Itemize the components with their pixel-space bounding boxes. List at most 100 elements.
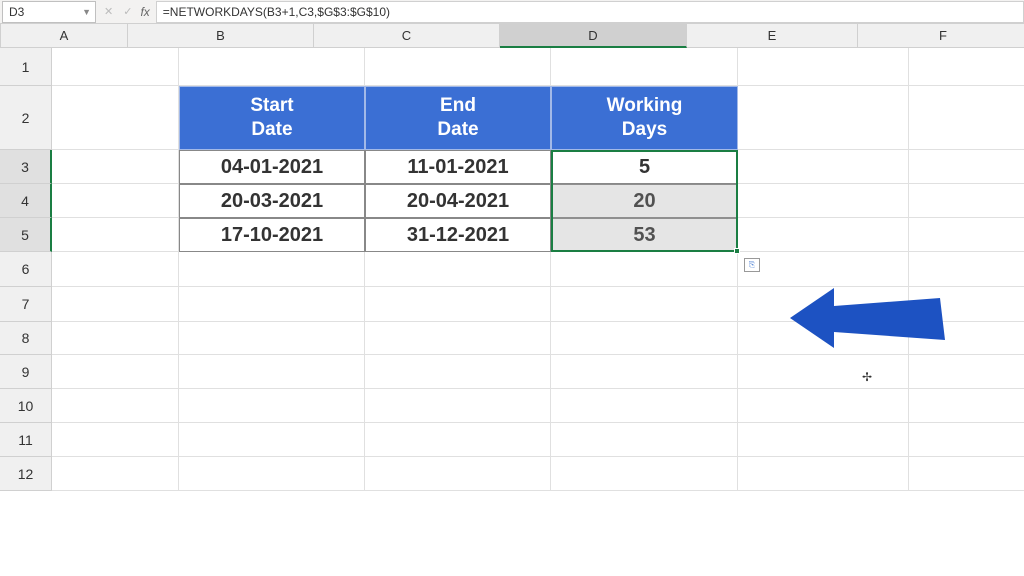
cell-end-date-4[interactable]: 20-04-2021	[365, 184, 551, 218]
cell-E6[interactable]	[738, 252, 909, 287]
cell-C12[interactable]	[365, 457, 551, 491]
cell-F1[interactable]	[909, 48, 1024, 86]
cell-A6[interactable]	[52, 252, 179, 287]
cell-E1[interactable]	[738, 48, 909, 86]
cell-working-days-4[interactable]: 20	[551, 184, 738, 218]
cell-B11[interactable]	[179, 423, 365, 457]
cell-B7[interactable]	[179, 287, 365, 322]
cell-C9[interactable]	[365, 355, 551, 389]
row-header-6[interactable]: 6	[0, 252, 52, 287]
cell-F9[interactable]	[909, 355, 1024, 389]
cell-E5[interactable]	[738, 218, 909, 252]
fill-handle[interactable]	[734, 248, 740, 254]
cell-D6[interactable]	[551, 252, 738, 287]
formula-cancel-icon[interactable]: ✕	[104, 5, 113, 18]
cell-B8[interactable]	[179, 322, 365, 355]
cell-A2[interactable]	[52, 86, 179, 150]
cell-C10[interactable]	[365, 389, 551, 423]
cell-E7[interactable]	[738, 287, 909, 322]
name-box[interactable]: D3 ▼	[2, 1, 96, 23]
cell-F2[interactable]	[909, 86, 1024, 150]
cell-C1[interactable]	[365, 48, 551, 86]
cell-B10[interactable]	[179, 389, 365, 423]
cell-A7[interactable]	[52, 287, 179, 322]
cell-F6[interactable]	[909, 252, 1024, 287]
cell-start-date-5[interactable]: 17-10-2021	[179, 218, 365, 252]
col-header-C[interactable]: C	[314, 24, 500, 48]
cell-D1[interactable]	[551, 48, 738, 86]
row-header-7[interactable]: 7	[0, 287, 52, 322]
cell-A12[interactable]	[52, 457, 179, 491]
cell-E10[interactable]	[738, 389, 909, 423]
autofill-options-icon[interactable]: ⎘	[744, 258, 760, 272]
row-header-11[interactable]: 11	[0, 423, 52, 457]
cell-A1[interactable]	[52, 48, 179, 86]
row-header-5[interactable]: 5	[0, 218, 52, 252]
cell-F5[interactable]	[909, 218, 1024, 252]
cell-F3[interactable]	[909, 150, 1024, 184]
cell-end-date-3[interactable]: 11-01-2021	[365, 150, 551, 184]
cell-D10[interactable]	[551, 389, 738, 423]
name-box-dropdown-icon[interactable]: ▼	[82, 7, 91, 17]
cell-D11[interactable]	[551, 423, 738, 457]
cell-F11[interactable]	[909, 423, 1024, 457]
row-header-9[interactable]: 9	[0, 355, 52, 389]
cell-D7[interactable]	[551, 287, 738, 322]
row-header-4[interactable]: 4	[0, 184, 52, 218]
col-header-B[interactable]: B	[128, 24, 314, 48]
formula-accept-icon[interactable]: ✓	[123, 5, 132, 18]
cell-B6[interactable]	[179, 252, 365, 287]
cell-F4[interactable]	[909, 184, 1024, 218]
row-header-12[interactable]: 12	[0, 457, 52, 491]
cell-D12[interactable]	[551, 457, 738, 491]
cell-working-days-5[interactable]: 53	[551, 218, 738, 252]
formula-input[interactable]: =NETWORKDAYS(B3+1,C3,$G$3:$G$10)	[156, 1, 1024, 23]
cell-F10[interactable]	[909, 389, 1024, 423]
cell-F12[interactable]	[909, 457, 1024, 491]
fx-icon[interactable]: fx	[140, 5, 155, 19]
col-header-E[interactable]: E	[687, 24, 858, 48]
cell-A10[interactable]	[52, 389, 179, 423]
row-header-8[interactable]: 8	[0, 322, 52, 355]
cell-A11[interactable]	[52, 423, 179, 457]
cell-B1[interactable]	[179, 48, 365, 86]
cell-E4[interactable]	[738, 184, 909, 218]
cell-C7[interactable]	[365, 287, 551, 322]
cell-C8[interactable]	[365, 322, 551, 355]
cell-start-date-4[interactable]: 20-03-2021	[179, 184, 365, 218]
cell-B9[interactable]	[179, 355, 365, 389]
cell-A3[interactable]	[52, 150, 179, 184]
header-start-date[interactable]: Start Date	[179, 86, 365, 150]
cell-start-date-3[interactable]: 04-01-2021	[179, 150, 365, 184]
cell-B12[interactable]	[179, 457, 365, 491]
cell-E9[interactable]	[738, 355, 909, 389]
cell-E8[interactable]	[738, 322, 909, 355]
col-header-D[interactable]: D	[500, 24, 687, 48]
cell-C6[interactable]	[365, 252, 551, 287]
cell-E12[interactable]	[738, 457, 909, 491]
row-header-10[interactable]: 10	[0, 389, 52, 423]
cell-E11[interactable]	[738, 423, 909, 457]
select-all-triangle[interactable]	[0, 24, 1, 48]
header-end-date[interactable]: End Date	[365, 86, 551, 150]
col-header-A[interactable]: A	[1, 24, 128, 48]
header-working-days[interactable]: Working Days	[551, 86, 738, 150]
cell-D9[interactable]	[551, 355, 738, 389]
cell-F7[interactable]	[909, 287, 1024, 322]
cell-E3[interactable]	[738, 150, 909, 184]
cell-end-date-5[interactable]: 31-12-2021	[365, 218, 551, 252]
row-header-2[interactable]: 2	[0, 86, 52, 150]
cell-A8[interactable]	[52, 322, 179, 355]
row-header-1[interactable]: 1	[0, 48, 52, 86]
cell-C11[interactable]	[365, 423, 551, 457]
col-header-F[interactable]: F	[858, 24, 1024, 48]
cell-A4[interactable]	[52, 184, 179, 218]
cell-E2[interactable]	[738, 86, 909, 150]
cell-A5[interactable]	[52, 218, 179, 252]
cell-A9[interactable]	[52, 355, 179, 389]
cell-F8[interactable]	[909, 322, 1024, 355]
spreadsheet-grid[interactable]: ABCDEF 123456789101112 Start DateEnd Dat…	[0, 24, 1024, 48]
cell-working-days-3[interactable]: 5	[551, 150, 738, 184]
row-header-3[interactable]: 3	[0, 150, 52, 184]
cell-D8[interactable]	[551, 322, 738, 355]
